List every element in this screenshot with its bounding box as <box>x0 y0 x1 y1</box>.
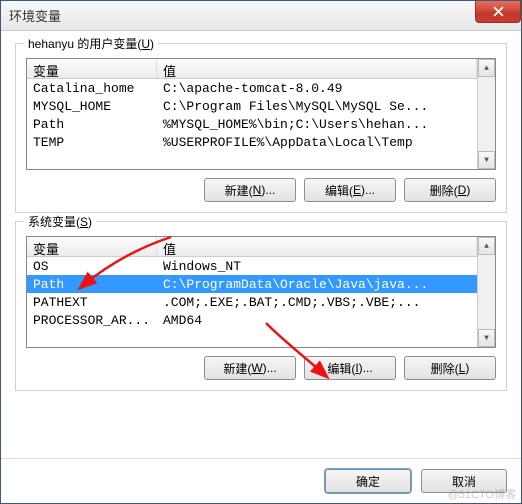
system-edit-button[interactable]: 编辑(I)... <box>304 356 396 380</box>
table-row[interactable]: Path%MYSQL_HOME%\bin;C:\Users\hehan... <box>27 115 477 133</box>
scroll-down-icon[interactable]: ▼ <box>478 151 495 169</box>
env-vars-dialog: 环境变量 hehanyu 的用户变量(U) 变量 值 Catalina_home… <box>0 0 522 504</box>
user-vars-buttons: 新建(N)... 编辑(E)... 删除(D) <box>26 178 496 202</box>
system-vars-scrollbar[interactable]: ▲ ▼ <box>477 237 495 347</box>
user-delete-button[interactable]: 删除(D) <box>404 178 496 202</box>
system-vars-label: 系统变量(S) <box>24 213 96 230</box>
table-row[interactable]: Catalina_homeC:\apache-tomcat-8.0.49 <box>27 79 477 97</box>
scroll-up-icon[interactable]: ▲ <box>478 237 495 255</box>
system-vars-list[interactable]: 变量 值 OSWindows_NT PathC:\ProgramData\Ora… <box>26 236 496 348</box>
table-row[interactable]: OSWindows_NT <box>27 257 477 275</box>
user-edit-button[interactable]: 编辑(E)... <box>304 178 396 202</box>
user-vars-label: hehanyu 的用户变量(U) <box>24 35 158 52</box>
user-vars-list-content: 变量 值 Catalina_homeC:\apache-tomcat-8.0.4… <box>27 59 477 169</box>
close-button[interactable] <box>475 1 521 23</box>
scroll-up-icon[interactable]: ▲ <box>478 59 495 77</box>
close-icon <box>493 6 504 17</box>
system-vars-list-content: 变量 值 OSWindows_NT PathC:\ProgramData\Ora… <box>27 237 477 347</box>
user-vars-list-header: 变量 值 <box>27 59 477 79</box>
system-vars-group: 系统变量(S) 变量 值 OSWindows_NT PathC:\Program… <box>15 221 507 391</box>
table-row[interactable]: TEMP%USERPROFILE%\AppData\Local\Temp <box>27 133 477 151</box>
system-vars-rows: OSWindows_NT PathC:\ProgramData\Oracle\J… <box>27 257 477 329</box>
table-row[interactable]: PATHEXT.COM;.EXE;.BAT;.CMD;.VBS;.VBE;... <box>27 293 477 311</box>
col-header-name[interactable]: 变量 <box>27 237 157 256</box>
col-header-value[interactable]: 值 <box>157 237 477 256</box>
titlebar: 环境变量 <box>1 1 521 31</box>
table-row[interactable]: PROCESSOR_AR...AMD64 <box>27 311 477 329</box>
window-title: 环境变量 <box>9 6 61 25</box>
ok-button[interactable]: 确定 <box>325 469 411 493</box>
dialog-footer: 确定 取消 <box>1 458 521 503</box>
user-vars-rows: Catalina_homeC:\apache-tomcat-8.0.49 MYS… <box>27 79 477 151</box>
user-vars-group: hehanyu 的用户变量(U) 变量 值 Catalina_homeC:\ap… <box>15 43 507 213</box>
system-vars-list-header: 变量 值 <box>27 237 477 257</box>
system-vars-buttons: 新建(W)... 编辑(I)... 删除(L) <box>26 356 496 380</box>
user-vars-scrollbar[interactable]: ▲ ▼ <box>477 59 495 169</box>
user-vars-list[interactable]: 变量 值 Catalina_homeC:\apache-tomcat-8.0.4… <box>26 58 496 170</box>
system-delete-button[interactable]: 删除(L) <box>404 356 496 380</box>
system-new-button[interactable]: 新建(W)... <box>204 356 296 380</box>
col-header-name[interactable]: 变量 <box>27 59 157 78</box>
dialog-body: hehanyu 的用户变量(U) 变量 值 Catalina_homeC:\ap… <box>1 31 521 458</box>
table-row[interactable]: PathC:\ProgramData\Oracle\Java\java... <box>27 275 477 293</box>
col-header-value[interactable]: 值 <box>157 59 477 78</box>
table-row[interactable]: MYSQL_HOMEC:\Program Files\MySQL\MySQL S… <box>27 97 477 115</box>
scroll-down-icon[interactable]: ▼ <box>478 329 495 347</box>
cancel-button[interactable]: 取消 <box>421 469 507 493</box>
user-new-button[interactable]: 新建(N)... <box>204 178 296 202</box>
